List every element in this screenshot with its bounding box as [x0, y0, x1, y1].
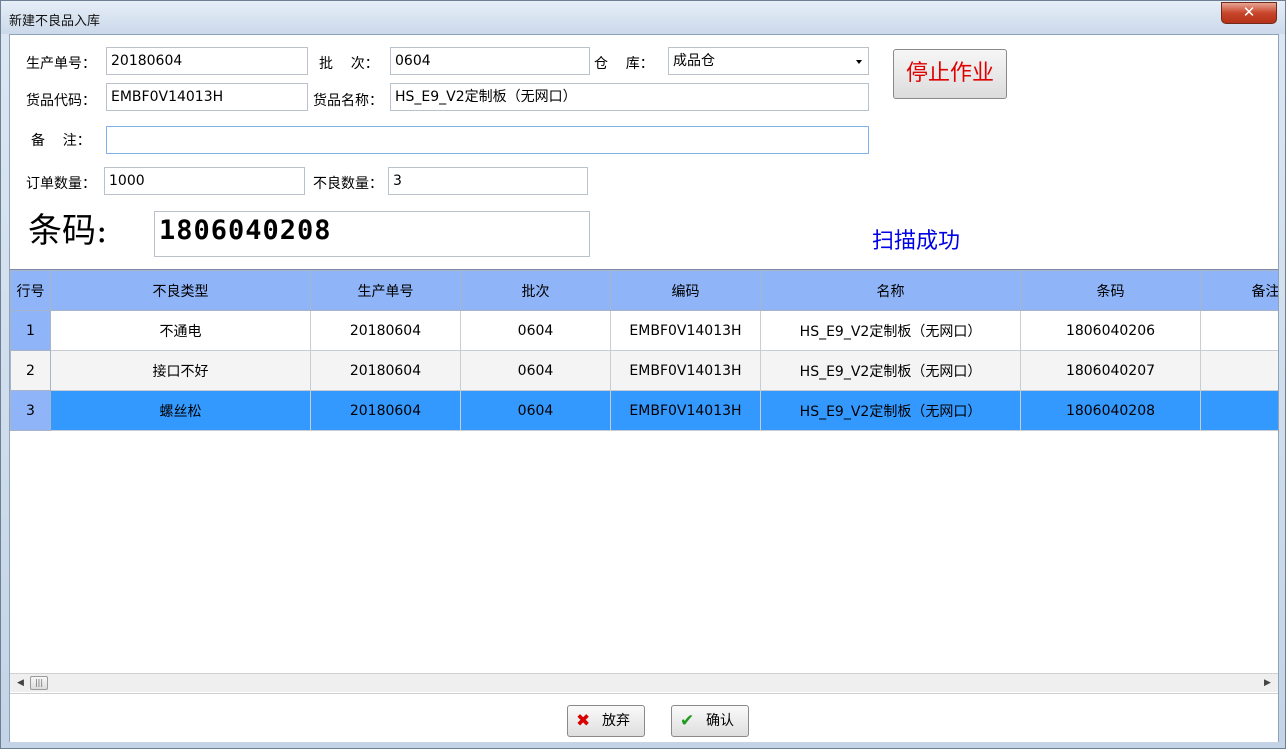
checkmark-icon: ✔ — [680, 711, 695, 731]
row-number-cell[interactable]: 2 — [10, 350, 51, 391]
column-header[interactable]: 行号 — [10, 270, 51, 311]
defect-qty-field[interactable]: 3 — [388, 167, 588, 195]
name-cell[interactable]: HS_E9_V2定制板（无网口） — [760, 390, 1021, 431]
horizontal-scrollbar[interactable]: ◀ ||| ▶ — [10, 673, 1278, 692]
batch-label: 批 次： — [319, 56, 379, 72]
defect-type-cell[interactable]: 不通电 — [50, 310, 311, 351]
goods-name-field[interactable]: HS_E9_V2定制板（无网口） — [390, 83, 869, 111]
title-bar[interactable]: 新建不良品入库 ✕ — [1, 1, 1285, 34]
goods-code-field[interactable]: EMBF0V14013H — [106, 83, 308, 111]
warehouse-label: 仓 库： — [594, 56, 654, 72]
code-cell[interactable]: EMBF0V14013H — [610, 350, 761, 391]
batch-cell[interactable]: 0604 — [460, 350, 611, 391]
remark-cell[interactable] — [1200, 350, 1278, 391]
name-cell[interactable]: HS_E9_V2定制板（无网口） — [760, 310, 1021, 351]
code-cell[interactable]: EMBF0V14013H — [610, 310, 761, 351]
defect-grid: 行号 不良类型 生产单号 批次 编码 名称 条码 备注 1 不通电 201806 — [10, 269, 1278, 693]
column-header[interactable]: 批次 — [460, 270, 611, 311]
defect-type-cell[interactable]: 螺丝松 — [50, 390, 311, 431]
batch-field[interactable]: 0604 — [390, 47, 590, 75]
batch-cell[interactable]: 0604 — [460, 310, 611, 351]
column-header[interactable]: 编码 — [610, 270, 761, 311]
dialog-client-area: 生产单号： 20180604 批 次： 0604 仓 库： 成品仓 停止作业 货… — [9, 34, 1279, 742]
barcode-input[interactable]: 1806040208 — [154, 211, 590, 257]
defect-qty-label: 不良数量： — [313, 176, 383, 192]
remark-cell[interactable] — [1200, 390, 1278, 431]
column-header[interactable]: 名称 — [760, 270, 1021, 311]
order-qty-field[interactable]: 1000 — [104, 167, 305, 195]
production-no-cell[interactable]: 20180604 — [310, 390, 461, 431]
close-icon: ✕ — [1242, 3, 1256, 21]
scroll-right-icon[interactable]: ▶ — [1259, 674, 1276, 692]
production-no-cell[interactable]: 20180604 — [310, 350, 461, 391]
table-row-selected[interactable]: 3 螺丝松 20180604 0604 EMBF0V14013H HS_E9_V… — [10, 390, 1278, 431]
abandon-label: 放弃 — [602, 713, 630, 729]
table-row[interactable]: 1 不通电 20180604 0604 EMBF0V14013H HS_E9_V… — [10, 310, 1278, 351]
barcode-cell[interactable]: 1806040208 — [1020, 390, 1201, 431]
column-header[interactable]: 不良类型 — [50, 270, 311, 311]
scan-status-text: 扫描成功 — [872, 229, 961, 254]
scroll-left-icon[interactable]: ◀ — [12, 674, 29, 692]
remark-cell[interactable] — [1200, 310, 1278, 351]
batch-cell[interactable]: 0604 — [460, 390, 611, 431]
remark-field[interactable] — [106, 126, 869, 154]
order-qty-label: 订单数量： — [26, 176, 96, 192]
close-button[interactable]: ✕ — [1221, 2, 1277, 24]
chevron-down-icon[interactable] — [856, 60, 862, 64]
row-number-cell[interactable]: 3 — [10, 390, 51, 431]
scrollbar-thumb[interactable]: ||| — [30, 676, 48, 690]
entry-form: 生产单号： 20180604 批 次： 0604 仓 库： 成品仓 停止作业 货… — [10, 35, 1278, 269]
warehouse-select[interactable]: 成品仓 — [668, 47, 869, 75]
production-no-cell[interactable]: 20180604 — [310, 310, 461, 351]
abandon-button[interactable]: ✖ 放弃 — [567, 705, 645, 737]
defect-type-cell[interactable]: 接口不好 — [50, 350, 311, 391]
remark-label: 备 注： — [31, 133, 91, 149]
dialog-footer: ✖ 放弃 ✔ 确认 — [10, 693, 1278, 742]
code-cell[interactable]: EMBF0V14013H — [610, 390, 761, 431]
defect-table: 行号 不良类型 生产单号 批次 编码 名称 条码 备注 1 不通电 201806 — [10, 270, 1278, 431]
table-row[interactable]: 2 接口不好 20180604 0604 EMBF0V14013H HS_E9_… — [10, 350, 1278, 391]
goods-name-label: 货品名称： — [313, 93, 383, 109]
production-no-field[interactable]: 20180604 — [106, 47, 308, 75]
barcode-cell[interactable]: 1806040206 — [1020, 310, 1201, 351]
row-number-cell[interactable]: 1 — [10, 310, 51, 351]
barcode-cell[interactable]: 1806040207 — [1020, 350, 1201, 391]
name-cell[interactable]: HS_E9_V2定制板（无网口） — [760, 350, 1021, 391]
confirm-label: 确认 — [706, 713, 734, 729]
dialog-window: 新建不良品入库 ✕ 生产单号： 20180604 批 次： 0604 仓 库： … — [0, 0, 1286, 749]
column-header[interactable]: 条码 — [1020, 270, 1201, 311]
column-header[interactable]: 生产单号 — [310, 270, 461, 311]
column-header[interactable]: 备注 — [1200, 270, 1278, 311]
goods-code-label: 货品代码： — [26, 93, 96, 109]
confirm-button[interactable]: ✔ 确认 — [671, 705, 749, 737]
warehouse-value: 成品仓 — [673, 53, 715, 69]
production-no-label: 生产单号： — [26, 56, 96, 72]
stop-operation-button[interactable]: 停止作业 — [893, 49, 1007, 99]
close-icon: ✖ — [576, 711, 591, 731]
window-title: 新建不良品入库 — [9, 14, 101, 29]
barcode-label: 条码: — [28, 211, 108, 251]
grid-header-row: 行号 不良类型 生产单号 批次 编码 名称 条码 备注 — [10, 270, 1278, 311]
